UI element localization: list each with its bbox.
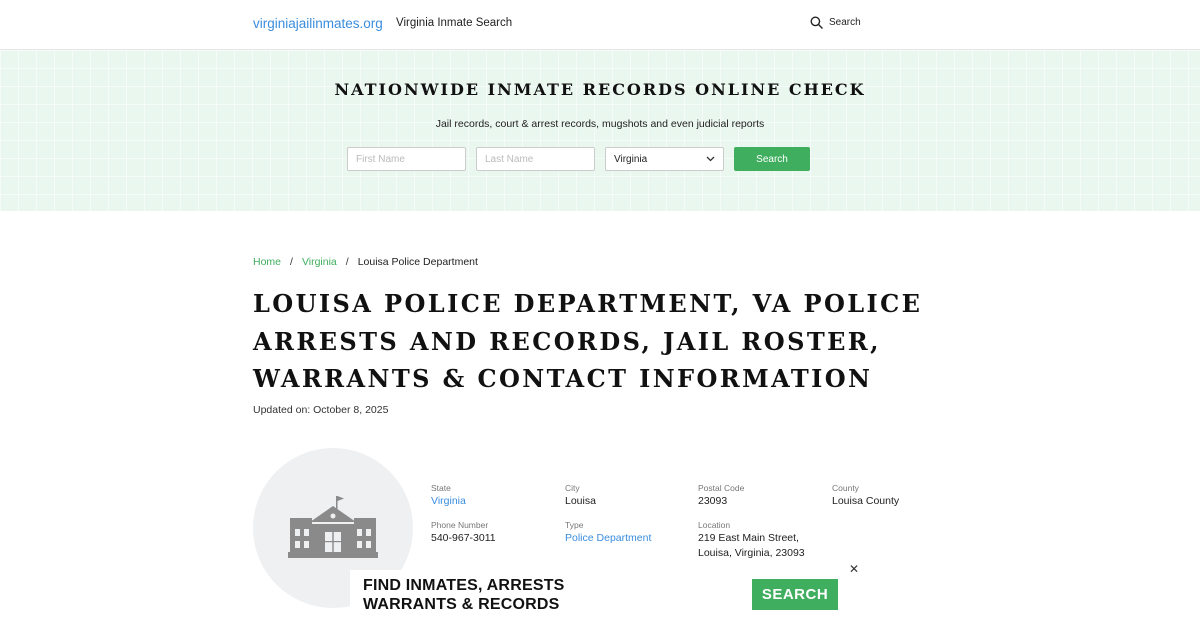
state-select[interactable]: Virginia: [605, 147, 724, 171]
page-title: LOUISA POLICE DEPARTMENT, VA POLICE ARRE…: [253, 289, 923, 393]
site-header: virginiajailinmates.org Virginia Inmate …: [0, 0, 1200, 50]
bottom-ad-banner[interactable]: FIND INMATES, ARRESTS WARRANTS & RECORDS…: [350, 570, 860, 620]
close-icon[interactable]: ✕: [849, 562, 859, 576]
ad-headline-line1: FIND INMATES, ARRESTS: [363, 577, 565, 594]
header-search-button[interactable]: Search: [810, 16, 861, 29]
breadcrumb-separator: /: [345, 256, 349, 268]
site-logo-link[interactable]: virginiajailinmates.org: [253, 16, 383, 31]
location-line2: Louisa, Virginia, 23093: [698, 547, 805, 559]
state-value-link[interactable]: Virginia: [431, 494, 466, 509]
type-label: Type: [565, 520, 584, 530]
hero-search-section: NATIONWIDE INMATE RECORDS ONLINE CHECK J…: [0, 50, 1200, 211]
breadcrumb-separator: /: [290, 256, 293, 268]
location-label: Location: [698, 520, 731, 530]
breadcrumb-state-link[interactable]: Virginia: [302, 256, 337, 268]
hero-subtitle: Jail records, court & arrest records, mu…: [435, 118, 765, 130]
state-label: State: [431, 483, 451, 493]
updated-date: Updated on: October 8, 2025: [253, 404, 389, 416]
government-building-icon: [288, 496, 378, 558]
nav-inmate-search-link[interactable]: Virginia Inmate Search: [396, 17, 512, 29]
city-label: City: [565, 483, 580, 493]
ad-headline: FIND INMATES, ARRESTS WARRANTS & RECORDS: [363, 576, 565, 614]
last-name-input[interactable]: [476, 147, 595, 171]
phone-label: Phone Number: [431, 520, 489, 530]
first-name-input[interactable]: [347, 147, 466, 171]
state-select-value: Virginia: [614, 153, 648, 165]
county-label: County: [832, 483, 859, 493]
hero-title: NATIONWIDE INMATE RECORDS ONLINE CHECK: [334, 80, 866, 99]
ad-search-button[interactable]: SEARCH: [752, 579, 838, 610]
header-search-label: Search: [829, 17, 861, 28]
postal-code-value: 23093: [698, 495, 728, 507]
city-value: Louisa: [565, 495, 596, 507]
type-value-link[interactable]: Police Department: [565, 531, 651, 546]
ad-headline-line2: WARRANTS & RECORDS: [363, 596, 560, 613]
hero-search-button[interactable]: Search: [734, 147, 810, 171]
chevron-down-icon: [706, 156, 715, 162]
county-value: Louisa County: [832, 495, 900, 507]
breadcrumb-current: Louisa Police Department: [357, 256, 478, 268]
search-icon: [810, 16, 823, 29]
postal-code-label: Postal Code: [698, 483, 745, 493]
phone-value: 540-967-3011: [431, 532, 496, 544]
breadcrumb: Home / Virginia / Louisa Police Departme…: [253, 256, 478, 268]
breadcrumb-home-link[interactable]: Home: [253, 256, 281, 268]
location-line1: 219 East Main Street,: [698, 532, 799, 544]
